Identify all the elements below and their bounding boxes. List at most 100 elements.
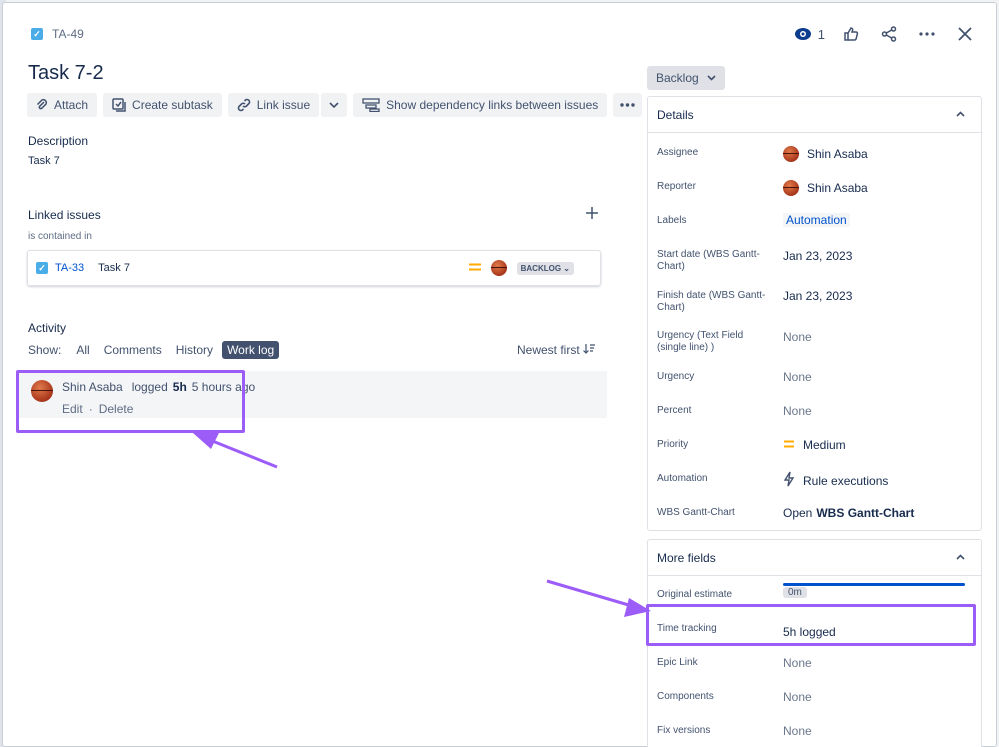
more-fields-header[interactable]: More fields <box>648 540 981 576</box>
close-icon <box>958 27 972 41</box>
link-relation-label: is contained in <box>28 231 92 242</box>
task-type-icon: ✓ <box>36 262 48 274</box>
start-date-value[interactable]: Jan 23, 2023 <box>783 249 852 263</box>
header-actions: 1 <box>794 22 977 46</box>
chevron-down-icon <box>707 75 716 81</box>
chevron-up-icon <box>956 109 965 120</box>
linked-issue-summary: Task 7 <box>98 262 130 274</box>
reporter-value[interactable]: Shin Asaba <box>783 180 868 196</box>
close-button[interactable] <box>953 22 977 46</box>
priority-medium-icon <box>468 262 481 275</box>
priority-value[interactable]: Medium <box>783 438 846 452</box>
assignee-value[interactable]: Shin Asaba <box>783 146 868 162</box>
sort-button[interactable]: Newest first <box>517 343 596 357</box>
link-issue-label: Link issue <box>256 98 311 112</box>
dependency-icon <box>362 98 380 112</box>
original-estimate-value[interactable]: 0m <box>783 587 807 598</box>
field-label-urgency-text: Urgency (Text Field (single line) ) <box>657 330 744 353</box>
fix-versions-value[interactable]: None <box>783 724 812 738</box>
highlight-box <box>646 604 976 646</box>
create-subtask-label: Create subtask <box>132 98 213 112</box>
description-text[interactable]: Task 7 <box>28 155 60 167</box>
details-panel: Details Assignee Shin Asaba Reporter Shi… <box>647 96 982 531</box>
paperclip-icon <box>36 98 48 110</box>
avatar <box>783 180 799 196</box>
link-issue-button[interactable]: Link issue <box>227 93 320 117</box>
field-label-automation: Automation <box>657 473 708 484</box>
percent-value[interactable]: None <box>783 404 812 418</box>
breadcrumb: ✓ TA-49 <box>31 27 84 41</box>
attach-button[interactable]: Attach <box>27 93 98 117</box>
field-label-fix-versions: Fix versions <box>657 725 711 736</box>
page-title[interactable]: Task 7-2 <box>28 62 104 85</box>
reporter-name: Shin Asaba <box>807 181 868 195</box>
status-dropdown[interactable]: BACKLOG ⌄ <box>516 261 574 275</box>
field-label-wbs-gantt: WBS Gantt-Chart <box>657 507 735 518</box>
priority-medium-icon <box>783 438 795 452</box>
attach-label: Attach <box>54 98 89 112</box>
open-prefix: Open <box>783 506 813 520</box>
description-heading: Description <box>28 134 89 148</box>
rule-executions-label: Rule executions <box>803 473 889 488</box>
linked-issue-row[interactable]: ✓ TA-33 Task 7 BACKLOG ⌄ <box>27 250 601 286</box>
urgency-text-value[interactable]: None <box>783 330 812 344</box>
subtask-icon <box>112 98 126 112</box>
show-dependency-button[interactable]: Show dependency links between issues <box>353 93 608 117</box>
chevron-down-icon <box>329 102 339 108</box>
like-button[interactable] <box>839 22 863 46</box>
add-linked-issue-button[interactable] <box>586 206 598 224</box>
create-subtask-button[interactable]: Create subtask <box>103 93 222 117</box>
time-tracking-bar[interactable] <box>783 583 965 586</box>
status-label: BACKLOG <box>520 263 562 273</box>
avatar <box>490 260 507 276</box>
status-button[interactable]: Backlog <box>647 66 725 90</box>
show-label: Show: <box>28 343 62 357</box>
finish-date-value[interactable]: Jan 23, 2023 <box>783 289 852 303</box>
details-header[interactable]: Details <box>648 97 981 133</box>
estimate-pill: 0m <box>783 587 807 598</box>
field-label-epic-link: Epic Link <box>657 657 698 668</box>
status-button-label: Backlog <box>656 71 699 85</box>
eye-icon <box>794 28 811 40</box>
field-label-original-estimate: Original estimate <box>657 589 733 600</box>
labels-value[interactable]: Automation <box>783 213 850 227</box>
thumbs-up-icon <box>844 27 859 41</box>
rule-executions-link[interactable]: Rule executions <box>783 471 888 490</box>
more-actions-button[interactable] <box>915 22 939 46</box>
link-issue-dropdown[interactable] <box>320 93 348 117</box>
assignee-name: Shin Asaba <box>807 147 868 161</box>
field-label-finish-date: Finish date (WBS Gantt-Chart) <box>657 290 766 313</box>
share-button[interactable] <box>877 22 901 46</box>
priority-label: Medium <box>803 438 846 452</box>
lightning-icon <box>783 471 795 490</box>
issue-toolbar: Attach Create subtask Link issue Show de… <box>27 93 643 117</box>
more-fields-heading: More fields <box>657 550 716 565</box>
watch-button[interactable]: 1 <box>794 27 825 42</box>
field-label-urgency: Urgency <box>657 371 695 382</box>
activity-filter: Show: All Comments History Work log <box>28 341 280 359</box>
task-type-icon: ✓ <box>31 28 43 40</box>
issue-key-link[interactable]: TA-49 <box>52 27 84 41</box>
toolbar-more-button[interactable] <box>613 93 643 117</box>
sort-label: Newest first <box>517 343 580 357</box>
share-icon <box>881 26 897 42</box>
field-label-priority: Priority <box>657 439 689 450</box>
more-icon <box>919 32 935 36</box>
plus-icon <box>586 207 598 219</box>
show-dependency-label: Show dependency links between issues <box>386 98 599 112</box>
label-tag[interactable]: Automation <box>783 213 850 227</box>
highlight-box <box>16 370 245 433</box>
field-label-reporter: Reporter <box>657 181 696 192</box>
urgency-value[interactable]: None <box>783 370 812 384</box>
filter-comments[interactable]: Comments <box>99 341 167 359</box>
open-wbs-gantt-link[interactable]: Open WBS Gantt-Chart <box>783 506 914 520</box>
chevron-up-icon <box>956 552 965 563</box>
components-value[interactable]: None <box>783 690 812 704</box>
filter-history[interactable]: History <box>171 341 218 359</box>
filter-work-log[interactable]: Work log <box>222 341 280 359</box>
field-label-components: Components <box>657 691 714 702</box>
filter-all[interactable]: All <box>71 341 94 359</box>
field-label-start-date: Start date (WBS Gantt-Chart) <box>657 249 760 272</box>
epic-link-value[interactable]: None <box>783 656 812 670</box>
linked-issue-key[interactable]: TA-33 <box>55 262 84 274</box>
